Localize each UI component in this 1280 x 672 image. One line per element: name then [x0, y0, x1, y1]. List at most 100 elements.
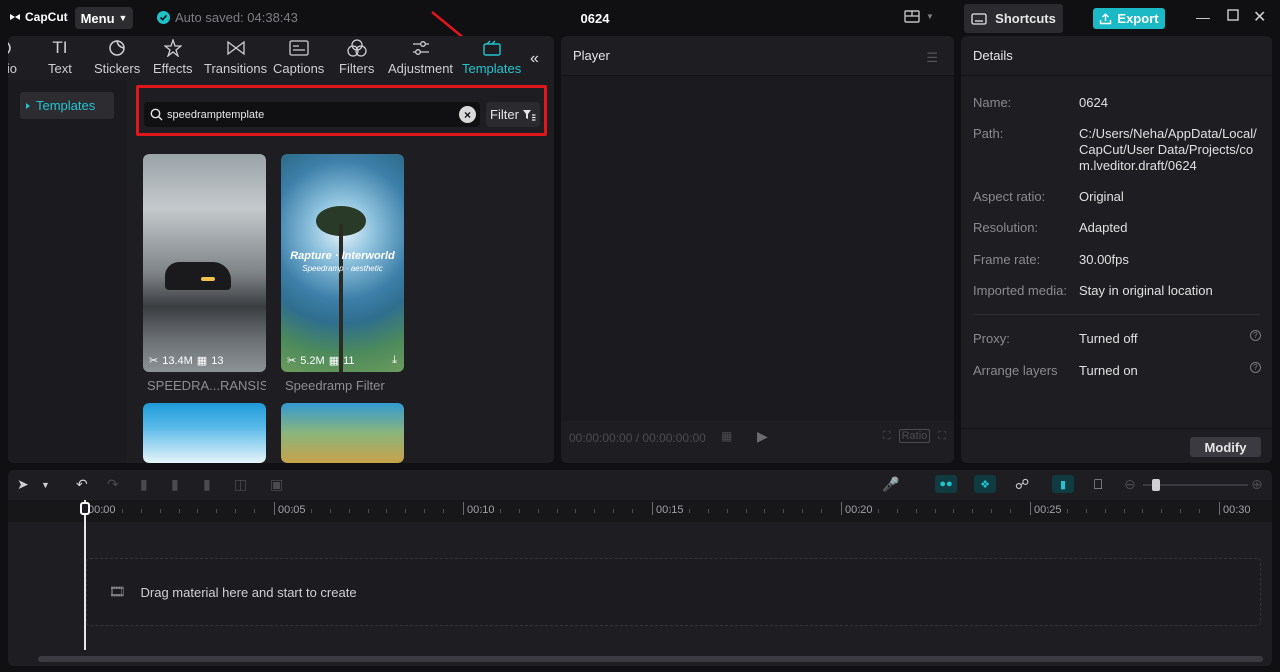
split-left-icon[interactable]: ▮: [171, 476, 179, 493]
audio-icon: [8, 38, 17, 58]
timeline-grid-icon[interactable]: ▦: [721, 429, 732, 443]
tab-audio[interactable]: lio: [8, 38, 17, 76]
export-button[interactable]: Export: [1093, 8, 1165, 29]
filter-label: Filter: [490, 107, 519, 122]
close-icon[interactable]: ✕: [1253, 7, 1266, 27]
tab-captions[interactable]: Captions: [273, 38, 324, 76]
crop-icon[interactable]: ▣: [270, 476, 283, 493]
sidenav-item-templates[interactable]: Templates: [20, 92, 114, 119]
tick-minor: [254, 509, 256, 513]
chevron-down-icon[interactable]: ▼: [41, 480, 50, 490]
collapse-panel-icon[interactable]: «: [530, 50, 539, 68]
split-icon[interactable]: ▮: [140, 476, 148, 493]
details-divider: [973, 314, 1260, 315]
timeline-ruler[interactable]: 00:00 00:05 00:10 00:15 00:20 00:25 00:3…: [8, 500, 1272, 522]
shortcuts-button[interactable]: Shortcuts: [964, 4, 1063, 33]
detail-value[interactable]: Turned on: [1079, 363, 1264, 379]
tick-minor: [688, 509, 690, 513]
tab-transitions[interactable]: Transitions: [204, 38, 267, 76]
zoom-slider-handle[interactable]: [1152, 479, 1160, 491]
auto-snapping-icon[interactable]: ❖: [974, 475, 996, 493]
preview-axis-icon[interactable]: ▮: [1052, 475, 1074, 493]
download-icon[interactable]: ⤓: [392, 354, 397, 367]
tick-minor: [178, 509, 180, 513]
detail-key: Path:: [973, 126, 1004, 141]
layout-button[interactable]: ▼: [904, 10, 934, 23]
hamburger-icon[interactable]: ☰: [926, 50, 938, 66]
search-input[interactable]: [167, 108, 457, 121]
timeline-panel: ➤ ▼ ↶ ↷ ▮ ▮ ▮ ◫ ▣ 🎤 ●● ❖ ☍ ▮ ⎕ ⊖ ⊕ 00:00…: [8, 470, 1272, 666]
text-icon: TI: [52, 38, 68, 57]
tick-minor: [1047, 509, 1049, 513]
playhead-handle[interactable]: [80, 502, 90, 515]
delete-icon[interactable]: ◫: [234, 476, 247, 493]
maximize-icon[interactable]: [1227, 8, 1239, 24]
info-icon[interactable]: ?: [1250, 330, 1261, 341]
template-card[interactable]: Rapture · Interworld Speedramp · aesthet…: [281, 154, 404, 393]
tick-minor: [405, 509, 407, 513]
sidenav-item-label: Templates: [36, 98, 96, 113]
undo-icon[interactable]: ↶: [76, 476, 88, 493]
tab-adjustment[interactable]: Adjustment: [388, 38, 453, 76]
tab-effects[interactable]: Effects: [153, 38, 193, 76]
clear-search-icon[interactable]: ×: [459, 106, 476, 123]
filter-button[interactable]: Filter: [486, 102, 540, 127]
main-track-magnet-icon[interactable]: ●●: [935, 475, 957, 493]
zoom-fit-icon[interactable]: ⛶: [883, 430, 891, 443]
chevron-down-icon: ▼: [926, 12, 934, 21]
template-card[interactable]: ✂ 13.4M ▦ 13 SPEEDRA...RANSISI: [143, 154, 266, 393]
media-toolbar: lio TI Text Stickers Effects Transitions…: [8, 36, 554, 80]
scissors-icon: ✂: [149, 355, 159, 367]
screen-icon[interactable]: ⎕: [1094, 476, 1102, 493]
player-title: Player: [573, 48, 610, 63]
split-right-icon[interactable]: ▮: [203, 476, 211, 493]
tick-minor: [102, 509, 104, 513]
tab-filters[interactable]: Filters: [339, 38, 374, 76]
tick-minor: [858, 509, 860, 513]
tick-minor: [367, 509, 369, 513]
select-cursor-icon[interactable]: ➤: [17, 476, 29, 493]
effects-icon: [163, 38, 182, 58]
tick-minor: [1104, 509, 1106, 513]
tick-minor: [707, 509, 709, 513]
export-icon: [1100, 12, 1112, 24]
minimize-icon[interactable]: —: [1196, 9, 1210, 25]
microphone-icon[interactable]: 🎤: [882, 476, 899, 493]
search-bar[interactable]: ×: [144, 102, 480, 127]
filters-icon: [347, 38, 367, 58]
tab-adjustment-label: Adjustment: [388, 61, 454, 76]
zoom-in-icon[interactable]: ⊕: [1251, 476, 1263, 493]
template-card[interactable]: [143, 403, 266, 463]
clips-icon: ▦: [196, 355, 208, 367]
tick-minor: [802, 509, 804, 513]
details-header: Details: [961, 36, 1272, 76]
detail-key: Name:: [973, 95, 1012, 110]
link-icon[interactable]: ☍: [1015, 476, 1029, 493]
tab-text[interactable]: TI Text: [48, 38, 72, 76]
timeline-scrollbar[interactable]: [38, 656, 1263, 662]
detail-value[interactable]: Turned off: [1079, 331, 1264, 347]
tick-minor: [821, 509, 823, 513]
info-icon[interactable]: ?: [1250, 362, 1261, 373]
captions-icon: [289, 38, 309, 58]
thumbnail-subtitle: Speedramp · aesthetic: [302, 264, 383, 273]
tick-minor: [991, 509, 993, 513]
tick-minor: [972, 509, 974, 513]
tick-minor: [159, 509, 161, 513]
template-stats: ✂ 5.2M ▦ 11: [287, 354, 355, 368]
redo-icon[interactable]: ↷: [107, 476, 119, 493]
modify-button[interactable]: Modify: [1190, 437, 1261, 457]
tick-minor: [934, 509, 936, 513]
tick-minor: [915, 509, 917, 513]
tab-templates[interactable]: Templates: [462, 38, 521, 76]
zoom-out-icon[interactable]: ⊖: [1124, 476, 1136, 493]
playhead[interactable]: [84, 500, 86, 650]
ratio-button[interactable]: Ratio: [898, 429, 931, 443]
detail-value: Adapted: [1079, 220, 1128, 235]
fullscreen-icon[interactable]: ⛶: [938, 430, 946, 443]
play-icon[interactable]: ▶: [757, 428, 768, 445]
tick-minor: [1123, 509, 1125, 513]
timeline-drop-area[interactable]: 🎞 Drag material here and start to create: [86, 558, 1261, 626]
template-card[interactable]: [281, 403, 404, 463]
tab-stickers[interactable]: Stickers: [94, 38, 140, 76]
